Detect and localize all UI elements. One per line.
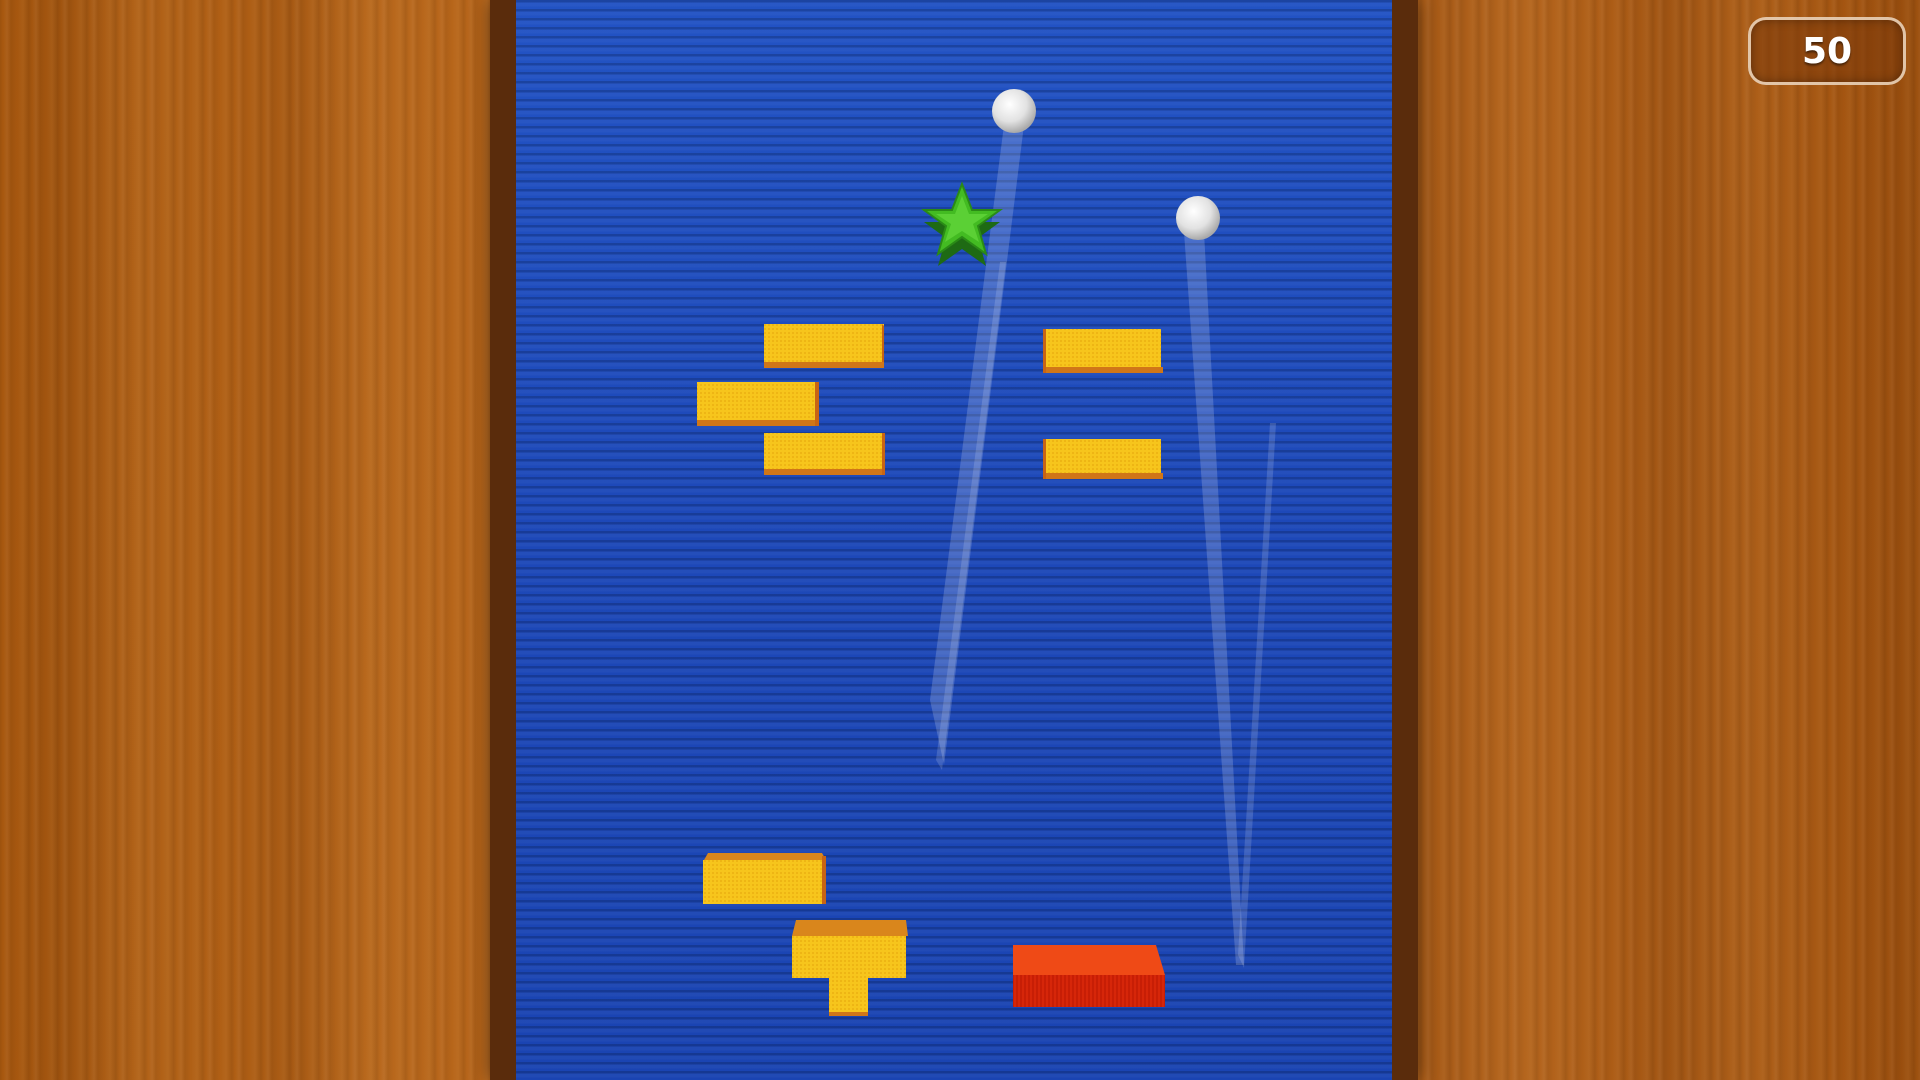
game-pieces [697, 89, 1220, 1016]
yellow-brick[interactable] [697, 382, 819, 426]
yellow-brick[interactable] [1043, 439, 1163, 479]
yellow-brick[interactable] [1043, 329, 1163, 373]
green-star-icon[interactable] [920, 181, 1004, 266]
ball[interactable] [992, 89, 1036, 133]
yellow-brick[interactable] [703, 853, 826, 904]
yellow-brick[interactable] [764, 433, 885, 475]
red-block[interactable] [1013, 945, 1165, 1007]
ball[interactable] [1176, 196, 1220, 240]
yellow-t-block[interactable] [792, 920, 908, 1016]
score-value: 50 [1801, 30, 1853, 72]
yellow-brick[interactable] [764, 324, 884, 368]
score-display: 50 [1748, 17, 1906, 85]
